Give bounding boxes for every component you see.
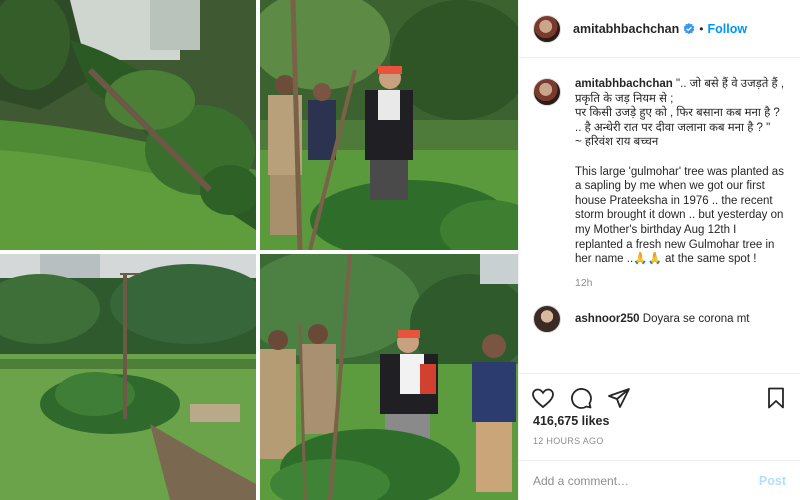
verified-badge-icon [683, 22, 695, 34]
comment-input[interactable] [533, 473, 759, 488]
caption-time: 12h [575, 276, 593, 289]
comment-text: ashnoor250 Doyara se corona mt [575, 313, 750, 325]
post-media[interactable] [0, 0, 518, 500]
header-separator: • [699, 21, 704, 36]
post-timestamp[interactable]: 12 HOURS AGO [533, 436, 604, 446]
commenter-avatar[interactable] [533, 304, 561, 333]
planting-sapling-photo [260, 0, 518, 250]
comment-body: Doyara se corona mt [642, 312, 750, 325]
commenter-username[interactable]: ashnoor250 [575, 313, 640, 325]
comment-button[interactable] [569, 386, 593, 410]
comment-item: ashnoor250 Doyara se corona mt [533, 304, 786, 333]
caption-username[interactable]: amitabhbachchan [575, 78, 673, 90]
add-comment-bar: Post [519, 460, 800, 500]
comments-area[interactable]: amitabhbachchan ".. जो बसे हैं वे उजड़ते… [519, 59, 800, 373]
comment-icon [571, 388, 592, 409]
like-button[interactable] [531, 386, 555, 410]
bookmark-icon [768, 387, 784, 409]
author-avatar[interactable] [533, 14, 561, 43]
caption-avatar[interactable] [533, 78, 561, 106]
post-header: amitabhbachchan • Follow [519, 0, 800, 58]
post-comment-button[interactable]: Post [759, 474, 786, 488]
likes-count[interactable]: 416,675 likes [533, 414, 609, 428]
share-button[interactable] [607, 386, 631, 410]
heart-icon [532, 388, 554, 409]
share-icon [608, 388, 630, 408]
caption-text: amitabhbachchan ".. जो बसे हैं वे उजड़ते… [575, 77, 786, 267]
author-username[interactable]: amitabhbachchan [573, 22, 679, 36]
caption-body: ".. जो बसे हैं वे उजड़ते हैं , प्रकृति क… [575, 78, 785, 266]
group-with-sapling-photo [260, 254, 518, 500]
new-sapling-garden-photo [0, 254, 256, 500]
caption-block: amitabhbachchan ".. जो बसे हैं वे उजड़ते… [533, 77, 786, 267]
save-button[interactable] [764, 386, 788, 410]
follow-button[interactable]: Follow [707, 22, 747, 36]
fallen-tree-photo [0, 0, 256, 250]
post-side-panel: amitabhbachchan • Follow amitabhbachchan… [518, 0, 800, 500]
